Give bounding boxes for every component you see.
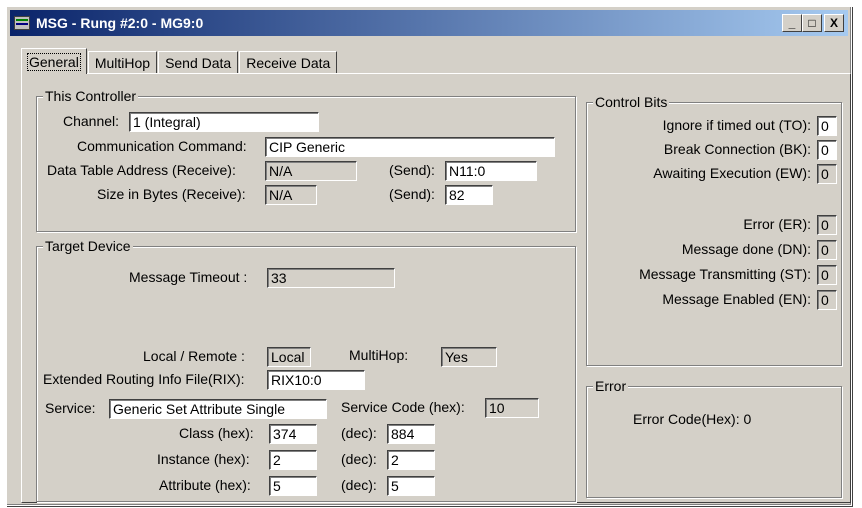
er-label: Error (ER): <box>743 216 811 232</box>
class-dec-label: (dec): <box>341 425 377 441</box>
size-in-bytes-label: Size in Bytes (Receive): <box>97 186 246 202</box>
routing-info-label: Extended Routing Info File(RIX): <box>43 371 245 387</box>
tab-multihop[interactable]: MultiHop <box>87 51 158 73</box>
tab-general-label: General <box>27 52 81 71</box>
data-table-address-label: Data Table Address (Receive): <box>47 162 236 178</box>
size-send-field[interactable]: 82 <box>445 185 493 205</box>
service-code-label: Service Code (hex): <box>341 399 465 415</box>
bk-label: Break Connection (BK): <box>663 141 811 157</box>
error-code-text: Error Code(Hex): 0 <box>633 411 752 427</box>
ew-bit-field: 0 <box>817 164 837 184</box>
title-bar[interactable]: MSG - Rung #2:0 - MG9:0 _ □ X <box>10 10 848 36</box>
control-bits-legend: Control Bits <box>593 94 670 110</box>
er-bit-field: 0 <box>817 215 837 235</box>
local-remote-field[interactable]: Local <box>267 347 311 367</box>
window-title: MSG - Rung #2:0 - MG9:0 <box>36 15 204 31</box>
st-bit-field: 0 <box>817 265 837 285</box>
error-legend: Error <box>593 378 629 394</box>
multihop-label: MultiHop: <box>349 347 409 363</box>
comm-command-label: Communication Command: <box>77 138 247 154</box>
service-field[interactable]: Generic Set Attribute Single <box>109 399 327 419</box>
class-dec-field[interactable]: 884 <box>387 424 435 444</box>
attribute-dec-field[interactable]: 5 <box>387 476 435 496</box>
local-remote-label: Local / Remote : <box>143 348 245 364</box>
instance-hex-label: Instance (hex): <box>157 451 250 467</box>
attribute-dec-label: (dec): <box>341 477 377 493</box>
general-tab-panel: This Controller Channel: 1 (Integral) Co… <box>21 73 851 503</box>
target-device-group: Target Device Message Timeout : 33 Local… <box>36 238 576 502</box>
ew-label: Awaiting Execution (EW): <box>653 165 811 181</box>
instance-dec-label: (dec): <box>341 451 377 467</box>
attribute-hex-label: Attribute (hex): <box>159 477 251 493</box>
this-controller-group: This Controller Channel: 1 (Integral) Co… <box>36 88 576 232</box>
service-label: Service: <box>45 400 96 416</box>
dn-bit-field: 0 <box>817 240 837 260</box>
tab-receive-data[interactable]: Receive Data <box>239 51 338 73</box>
instance-dec-field[interactable]: 2 <box>387 450 435 470</box>
st-label: Message Transmitting (ST): <box>639 266 811 282</box>
class-hex-field[interactable]: 374 <box>269 424 317 444</box>
message-timeout-field[interactable]: 33 <box>267 268 395 288</box>
close-button[interactable]: X <box>824 14 844 32</box>
communication-command-field[interactable]: CIP Generic <box>265 137 555 157</box>
message-timeout-label: Message Timeout : <box>129 269 248 285</box>
rslogix-app-icon <box>14 15 32 31</box>
attribute-hex-field[interactable]: 5 <box>269 476 317 496</box>
tab-strip: General MultiHop Send Data Receive Data <box>21 47 338 74</box>
size-send-label: (Send): <box>389 186 435 202</box>
this-controller-legend: This Controller <box>43 88 139 104</box>
dn-label: Message done (DN): <box>681 241 811 257</box>
target-device-legend: Target Device <box>43 238 133 254</box>
size-receive-field: N/A <box>265 185 317 205</box>
en-bit-field: 0 <box>817 290 837 310</box>
class-hex-label: Class (hex): <box>179 425 254 441</box>
channel-label: Channel: <box>63 113 120 129</box>
dta-send-label: (Send): <box>389 162 435 178</box>
service-code-field[interactable]: 10 <box>485 398 539 418</box>
instance-hex-field[interactable]: 2 <box>269 450 317 470</box>
to-label: Ignore if timed out (TO): <box>662 117 811 133</box>
maximize-button[interactable]: □ <box>802 14 822 32</box>
tab-send-data[interactable]: Send Data <box>158 51 239 73</box>
en-label: Message Enabled (EN): <box>662 291 811 307</box>
to-bit-field[interactable]: 0 <box>817 116 837 136</box>
routing-info-field[interactable]: RIX10:0 <box>267 370 365 390</box>
error-group: Error Error Code(Hex): 0 <box>586 378 842 498</box>
bk-bit-field[interactable]: 0 <box>817 140 837 160</box>
control-bits-group: Control Bits Ignore if timed out (TO): 0… <box>586 94 842 366</box>
data-table-address-receive-field: N/A <box>265 161 357 181</box>
data-table-address-send-field[interactable]: N11:0 <box>445 161 537 181</box>
minimize-button[interactable]: _ <box>782 14 802 32</box>
channel-field[interactable]: 1 (Integral) <box>129 112 319 132</box>
msg-dialog-window: MSG - Rung #2:0 - MG9:0 _ □ X General Mu… <box>6 6 852 506</box>
multihop-field[interactable]: Yes <box>441 347 497 367</box>
tab-general[interactable]: General <box>21 48 87 74</box>
